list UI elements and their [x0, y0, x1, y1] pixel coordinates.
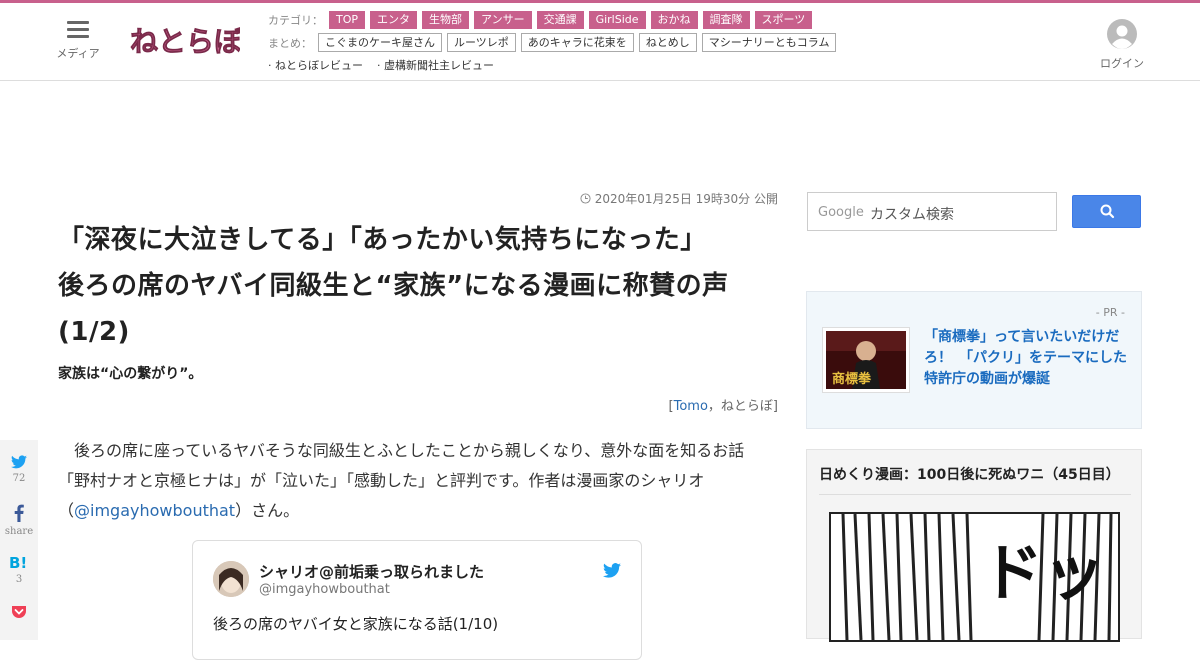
pr-thumbnail[interactable]: 商標拳 [823, 328, 909, 392]
article-subtitle: 家族は“心の繋がり”。 [58, 366, 203, 382]
tweet-text: 後ろの席のヤバイ女と家族になる話(1/10) [213, 615, 499, 633]
manga-widget: 日めくり漫画：100日後に死ぬワニ（45日目） ドッ [806, 449, 1142, 642]
article-title: 「深夜に大泣きしてる」「あったかい気持ちになった」 後ろの席のヤバイ同級生と“家… [58, 217, 778, 355]
category-answer[interactable]: アンサー [474, 11, 532, 29]
manga-title[interactable]: 日めくり漫画：100日後に死ぬワニ（45日目） [819, 464, 1131, 495]
menu-label: メディア [56, 47, 100, 60]
tweet-author-handle[interactable]: @imgayhowbouthat [259, 582, 390, 597]
site-logo[interactable]: ねとらぼ [128, 17, 240, 63]
pr-label: - PR - [1095, 306, 1125, 319]
svg-text:B!: B! [9, 554, 27, 570]
category-top[interactable]: TOP [329, 11, 366, 29]
title-line-1: 「深夜に大泣きしてる」「あったかい気持ちになった」 [58, 225, 707, 255]
login-button[interactable]: ログイン [1098, 19, 1146, 71]
twitter-bird-icon[interactable] [603, 563, 621, 578]
facebook-share-label: share [4, 526, 34, 537]
pocket-icon [12, 606, 26, 618]
matome-hanataba[interactable]: あのキャラに花束を [520, 33, 634, 52]
link-kyoko-review[interactable]: · 虚構新聞社主レビュー [377, 57, 494, 73]
hamburger-icon [67, 21, 89, 39]
byline-rest: ，ねとらぼ] [707, 399, 778, 414]
para-line-3-pre: （ [58, 501, 75, 520]
tweet-avatar[interactable] [213, 561, 249, 597]
link-netorabo-review[interactable]: · ねとらぼレビュー [268, 57, 363, 73]
facebook-icon [14, 504, 24, 522]
clock-icon [580, 193, 591, 204]
share-pocket[interactable] [0, 590, 38, 640]
search-button[interactable] [1072, 195, 1141, 228]
title-line-2: 後ろの席のヤバイ同級生と“家族”になる漫画に称賛の声 [58, 271, 729, 301]
category-label: カテゴリ： [268, 14, 323, 27]
matome-netomeshi[interactable]: ねとめし [638, 33, 697, 52]
hatena-bookmark-icon: B! [9, 554, 27, 572]
share-hatena[interactable]: B! 3 [0, 540, 38, 590]
category-koutsuka[interactable]: 交通課 [536, 11, 584, 29]
search-brand: Google [818, 205, 864, 220]
matome-label: まとめ： [268, 36, 312, 50]
category-okane[interactable]: おかね [650, 11, 698, 29]
menu-button[interactable]: メディア [54, 21, 102, 61]
category-sports[interactable]: スポーツ [754, 11, 813, 29]
search-placeholder: カスタム検索 [870, 207, 954, 223]
article-paragraph: 後ろの席に座っているヤバそうな同級生とふとしたことから親しくなり、意外な面を知る… [58, 436, 778, 526]
category-chousatai[interactable]: 調査隊 [702, 11, 750, 29]
publish-date: 2020年01月25日 19時30分 公開 [58, 190, 778, 207]
matome-machinery[interactable]: マシーナリーともコラム [701, 33, 837, 52]
manga-sfx: ドッ [981, 536, 1105, 609]
search-input[interactable]: Google カスタム検索 [807, 192, 1057, 231]
hatena-share-count: 3 [15, 574, 23, 585]
twitter-bird-icon [11, 455, 27, 469]
category-enta[interactable]: エンタ [370, 11, 418, 29]
para-line-1: 後ろの席に座っているヤバそうな同級生とふとしたことから親しくなり、意外な面を知る… [58, 441, 745, 460]
share-bar: 72 share B! 3 [0, 440, 38, 640]
extra-links: · ねとらぼレビュー · 虚構新聞社主レビュー [268, 57, 508, 73]
matome-nav: まとめ： こぐまのケーキ屋さん ルーツレポ あのキャラに花束を ねとめし マシー… [268, 33, 841, 52]
matome-koguma[interactable]: こぐまのケーキ屋さん [318, 33, 442, 52]
svg-text:商標拳: 商標拳 [832, 371, 872, 387]
user-avatar-icon [1107, 19, 1137, 49]
twitter-share-count: 72 [12, 473, 26, 484]
category-girlside[interactable]: GirlSide [588, 11, 646, 29]
para-line-3-post: ）さん。 [235, 501, 300, 520]
site-header: メディア ねとらぼ カテゴリ： TOP エンタ 生物部 アンサー 交通課 Gir… [0, 3, 1200, 81]
para-line-2: 「野村ナオと京極ヒナは」が「泣いた」「感動した」と評判です。作者は漫画家のシャリ… [58, 471, 705, 490]
login-label: ログイン [1100, 57, 1144, 70]
publish-date-text: 2020年01月25日 19時30分 公開 [594, 192, 778, 206]
title-line-3: (1/2) [58, 317, 130, 347]
category-nav: カテゴリ： TOP エンタ 生物部 アンサー 交通課 GirlSide おかね … [268, 11, 817, 29]
pr-ad-box[interactable]: - PR - 商標拳 「商標拳」って言いたいだけだろ！ 「パクリ」をテーマにした… [806, 291, 1142, 429]
manga-panel[interactable]: ドッ [829, 512, 1120, 642]
share-facebook[interactable]: share [0, 490, 38, 540]
embedded-tweet[interactable]: シャリオ@前垢乗っ取られました @imgayhowbouthat 後ろの席のヤバ… [192, 540, 642, 660]
article: 2020年01月25日 19時30分 公開 「深夜に大泣きしてる」「あったかい気… [58, 190, 778, 660]
byline: [Tomo，ねとらぼ] [58, 395, 778, 414]
logo-text: ねとらぼ [130, 25, 240, 58]
pr-headline[interactable]: 「商標拳」って言いたいだけだろ！ 「パクリ」をテーマにした特許庁の動画が爆誕 [924, 327, 1129, 390]
category-seibutsubu[interactable]: 生物部 [422, 11, 470, 29]
author-twitter-link[interactable]: @imgayhowbouthat [74, 501, 235, 520]
search-icon [1100, 204, 1115, 219]
tweet-author-name[interactable]: シャリオ@前垢乗っ取られました [259, 561, 484, 582]
matome-roots[interactable]: ルーツレポ [447, 33, 516, 52]
author-link[interactable]: Tomo [674, 399, 708, 414]
share-twitter[interactable]: 72 [0, 440, 38, 490]
